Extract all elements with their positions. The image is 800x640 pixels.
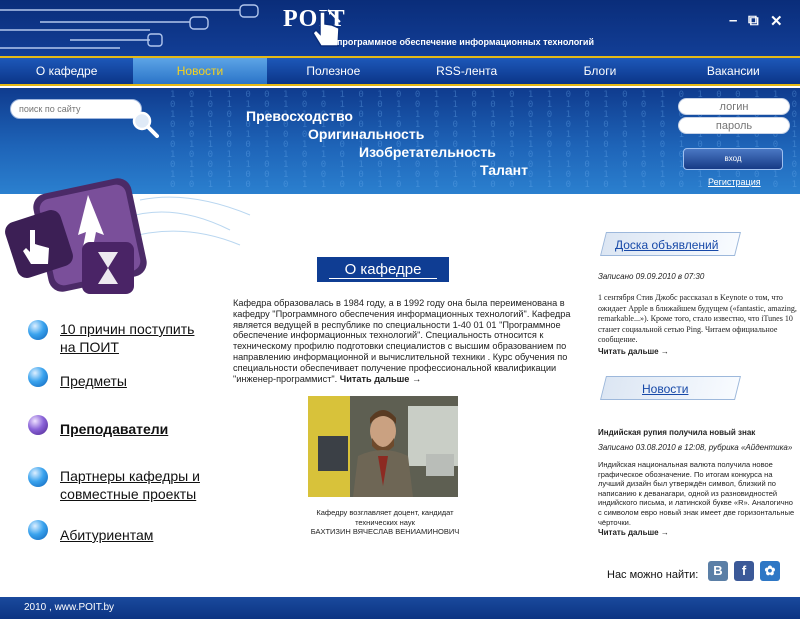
main-nav: О кафедре Новости Полезное RSS-лента Бло…	[0, 56, 800, 86]
vkontakte-icon[interactable]: В	[708, 561, 728, 581]
slogan-excellence: Превосходство	[246, 108, 353, 124]
section-title[interactable]: О кафедре	[317, 257, 449, 282]
news-title[interactable]: Новости	[642, 382, 688, 396]
read-more-link[interactable]: Читать дальше →	[340, 374, 421, 384]
sidebar-item-label: Предметы	[60, 373, 127, 389]
news-entry: Индийская рупия получила новый знак Запи…	[598, 428, 798, 537]
announcement-entry: Записано 09.09.2010 в 07:30 1 сентября С…	[598, 272, 798, 356]
news-text: Индийская национальная валюта получила н…	[598, 460, 795, 527]
footer-text: 2010 , www.POIT.by	[24, 602, 115, 613]
slogan-ingenuity: Изобретательность	[359, 144, 496, 160]
search-input[interactable]	[10, 99, 142, 119]
announcement-date: Записано 09.09.2010 в 07:30	[598, 272, 705, 281]
sidebar-item-label: Партнеры кафедры и	[60, 468, 200, 484]
sidebar-item-label: Абитуриентам	[60, 527, 154, 543]
about-paragraph: Кафедра образовалась в 1984 году, а в 19…	[233, 298, 571, 384]
about-text: Кафедра образовалась в 1984 году, а в 19…	[233, 298, 583, 384]
nav-item-useful[interactable]: Полезное	[267, 58, 400, 84]
footer: 2010 , www.POIT.by	[0, 597, 800, 619]
sidebar-item-label: совместные проекты	[60, 486, 197, 502]
news-headline[interactable]: Индийская рупия получила новый знак	[598, 428, 798, 437]
announcement-read-more[interactable]: Читать дальше →	[598, 347, 798, 356]
caption-name: БАХТИЗИН ВЯЧЕСЛАВ ВЕНИАМИНОВИЧ	[310, 527, 460, 536]
photo-illustration	[308, 396, 458, 497]
caption-line: Кафедру возглавляет доцент, кандидат тех…	[316, 508, 454, 527]
sidebar-item-label: на ПОИТ	[60, 339, 119, 355]
site-tagline: программное обеспечение информационных т…	[337, 37, 595, 47]
sidebar-item-label: 10 причин поступить	[60, 321, 195, 337]
slogan-originality: Оригинальность	[308, 126, 425, 142]
login-button[interactable]: вход	[683, 148, 783, 170]
login-input[interactable]	[678, 98, 790, 115]
nav-item-about[interactable]: О кафедре	[0, 58, 133, 84]
bullet-icon	[28, 367, 48, 387]
my-world-icon[interactable]: ✿	[760, 561, 780, 581]
head-of-department-photo	[308, 396, 458, 497]
nav-item-vacancies[interactable]: Вакансии	[667, 58, 800, 84]
circuit-decoration	[0, 4, 259, 49]
news-date: Записано 03.08.2010 в 12:08, рубрика «Ай…	[598, 443, 793, 452]
hero-illustration	[5, 178, 251, 294]
password-input[interactable]	[678, 117, 790, 134]
announcements-title[interactable]: Доска объявлений	[615, 238, 718, 252]
bullet-icon	[28, 520, 48, 540]
nav-item-blogs[interactable]: Блоги	[533, 58, 666, 84]
news-read-more[interactable]: Читать дальше →	[598, 528, 798, 537]
slogan-talent: Талант	[480, 162, 528, 178]
social-label: Нас можно найти:	[607, 569, 699, 581]
facebook-icon[interactable]: f	[734, 561, 754, 581]
bullet-icon	[28, 320, 48, 340]
site-header: POIT программное обеспечение информацион…	[0, 0, 800, 56]
sidebar-item-label: Преподаватели	[60, 421, 169, 437]
bullet-icon	[28, 415, 48, 435]
nav-item-rss[interactable]: RSS-лента	[400, 58, 533, 84]
photo-caption: Кафедру возглавляет доцент, кандидат тех…	[300, 508, 470, 537]
bullet-icon	[28, 467, 48, 487]
close-icon[interactable]: ✕	[770, 12, 783, 30]
announcement-text: 1 сентября Стив Джобс рассказал в Keynot…	[598, 293, 797, 344]
search-icon[interactable]	[131, 110, 159, 138]
register-link[interactable]: Регистрация	[708, 177, 761, 187]
minimize-icon[interactable]: –	[729, 12, 737, 29]
maximize-icon[interactable]: ⧉	[748, 12, 759, 29]
nav-item-news[interactable]: Новости	[133, 58, 267, 84]
